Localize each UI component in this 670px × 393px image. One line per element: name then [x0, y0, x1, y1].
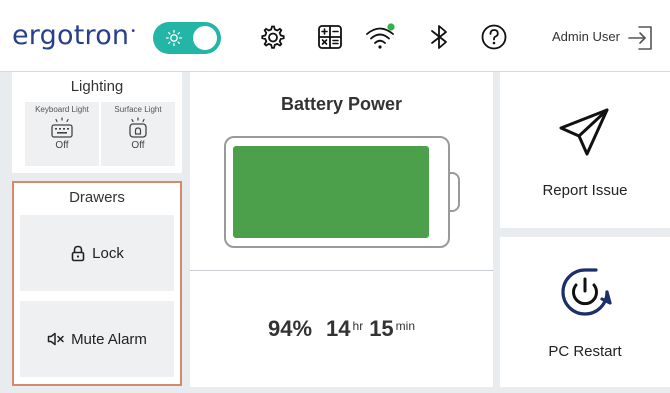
- lock-label: Lock: [92, 244, 124, 262]
- mute-alarm-button[interactable]: Mute Alarm: [20, 301, 174, 377]
- logo-text: ergotron: [12, 20, 130, 51]
- mute-alarm-label: Mute Alarm: [71, 330, 147, 348]
- keyboard-light-button[interactable]: Keyboard Light Off: [25, 102, 99, 166]
- logout-icon[interactable]: [625, 22, 657, 54]
- toggle-knob: [193, 26, 217, 50]
- logo-mark: •: [130, 26, 137, 37]
- report-issue-button[interactable]: Report Issue: [500, 72, 670, 228]
- battery-level-fill: [233, 146, 429, 238]
- battery-terminal: [448, 172, 460, 212]
- settings-gear-icon[interactable]: [255, 20, 289, 54]
- theme-toggle[interactable]: [153, 22, 221, 54]
- bluetooth-icon[interactable]: [422, 20, 456, 54]
- surface-light-icon: [129, 117, 147, 138]
- battery-minutes-unit: min: [395, 319, 416, 333]
- battery-hours: 14: [326, 316, 351, 341]
- wifi-status-dot: [387, 23, 395, 31]
- lighting-title: Lighting: [70, 78, 124, 95]
- help-icon[interactable]: [477, 20, 511, 54]
- battery-percent: 94%: [267, 316, 313, 341]
- restart-power-icon: [561, 268, 612, 316]
- surface-light-label: Surface Light: [114, 105, 162, 114]
- send-paper-plane-icon: [559, 108, 609, 156]
- battery-divider: [190, 270, 493, 271]
- ergotron-logo: ergotron•: [12, 20, 136, 51]
- keyboard-light-label: Keyboard Light: [35, 105, 89, 114]
- battery-title: Battery Power: [280, 94, 403, 114]
- top-bar: ergotron• Admin User: [0, 0, 670, 72]
- keyboard-light-icon: [51, 117, 73, 138]
- drawers-title: Drawers: [69, 189, 125, 206]
- lock-icon: [71, 245, 85, 261]
- sun-icon: [165, 29, 183, 47]
- drawers-panel: Drawers Lock Mute Alarm: [12, 181, 182, 386]
- pc-restart-button[interactable]: PC Restart: [500, 237, 670, 387]
- battery-stats: 94% 14 hr 15 min: [190, 316, 493, 342]
- battery-panel: Battery Power 94% 14 hr 15 min: [190, 72, 493, 387]
- lighting-panel: Lighting Keyboard Light Off Surface Ligh…: [12, 72, 182, 173]
- calculator-icon[interactable]: [313, 20, 347, 54]
- surface-light-state: Off: [131, 140, 145, 151]
- report-issue-label: Report Issue: [542, 182, 628, 199]
- battery-icon: [224, 136, 450, 248]
- lock-button[interactable]: Lock: [20, 215, 174, 291]
- pc-restart-label: PC Restart: [548, 343, 622, 360]
- user-name[interactable]: Admin User: [552, 29, 620, 44]
- mute-icon: [47, 332, 64, 346]
- surface-light-button[interactable]: Surface Light Off: [101, 102, 175, 166]
- keyboard-light-state: Off: [55, 140, 69, 151]
- battery-minutes: 15: [369, 316, 394, 341]
- wifi-icon[interactable]: [363, 20, 397, 54]
- battery-hours-unit: hr: [352, 319, 364, 333]
